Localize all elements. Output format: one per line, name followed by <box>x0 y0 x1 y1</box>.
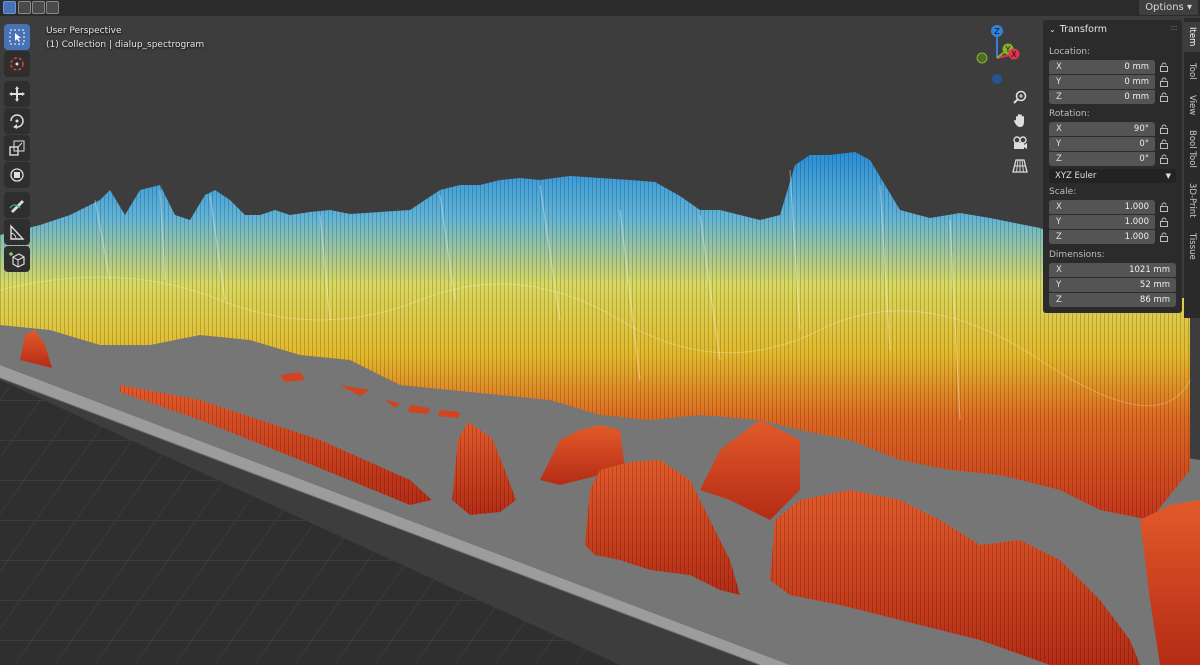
chevron-down-icon: ⌄ <box>1049 24 1056 34</box>
select-mode-extend-icon[interactable] <box>18 1 31 14</box>
measure-tool[interactable] <box>4 219 30 245</box>
dimensions-label: Dimensions: <box>1049 250 1105 260</box>
zoom-icon <box>1013 90 1027 104</box>
perspective-toggle-button[interactable] <box>1010 156 1030 176</box>
gizmo-neg-y[interactable] <box>976 52 988 64</box>
rotate-icon <box>10 114 24 129</box>
location-y-field[interactable]: Y0 mm <box>1049 75 1155 89</box>
move-icon <box>9 86 25 102</box>
select-box-tool[interactable] <box>4 24 30 50</box>
options-dropdown[interactable]: Options ▾ <box>1139 0 1198 15</box>
collection-line: (1) Collection | dialup_spectrogram <box>46 40 205 50</box>
pan-view-button[interactable] <box>1010 110 1030 130</box>
scale-z-field[interactable]: Z 1.000 <box>1049 230 1155 244</box>
dimensions-x-field[interactable]: X 1021 mm <box>1049 263 1176 277</box>
camera-icon <box>1013 136 1027 149</box>
location-z-field[interactable]: Z0 mm <box>1049 90 1155 104</box>
transform-title: Transform <box>1059 23 1107 35</box>
camera-view-button[interactable] <box>1010 133 1030 153</box>
lock-icon[interactable] <box>1159 92 1169 102</box>
zoom-view-button[interactable] <box>1010 87 1030 107</box>
navigation-gizmo[interactable]: Z Y X <box>966 22 1028 84</box>
select-mode-new-icon[interactable] <box>3 1 16 14</box>
cursor-tool[interactable] <box>4 51 30 77</box>
rotate-tool[interactable] <box>4 108 30 134</box>
add-cube-icon <box>9 252 25 268</box>
cursor-icon <box>10 57 24 71</box>
sidebar-tabs: Item Tool View Bool Tool 3D-Print Tissue <box>1184 18 1200 318</box>
rotation-x-field[interactable]: X 90° <box>1049 122 1155 136</box>
lock-icon[interactable] <box>1159 139 1169 149</box>
rotation-mode-value: XYZ Euler <box>1055 171 1097 181</box>
tab-tool[interactable]: Tool <box>1184 56 1200 86</box>
dimensions-z-field[interactable]: Z 86 mm <box>1049 293 1176 307</box>
tab-tissue[interactable]: Tissue <box>1184 226 1200 266</box>
annotate-icon <box>9 200 24 213</box>
grid-perspective-icon <box>1012 159 1028 173</box>
rotation-mode-select[interactable]: XYZ Euler ▼ <box>1049 169 1176 183</box>
transform-tool[interactable] <box>4 162 30 188</box>
blender-window: Options ▾ User Perspective (1) Collectio… <box>0 0 1200 665</box>
scale-y-field[interactable]: Y 1.000 <box>1049 215 1155 229</box>
gizmo-x-label: X <box>1011 50 1017 59</box>
scale-label: Scale: <box>1049 187 1077 197</box>
tab-item[interactable]: Item <box>1184 22 1200 52</box>
drag-grip-icon[interactable]: :::: <box>1170 23 1178 32</box>
lock-icon[interactable] <box>1159 77 1169 87</box>
sidebar-properties: ⌄ Transform :::: Location: X0 mm Y0 mm Z… <box>1043 20 1182 313</box>
rotation-label: Rotation: <box>1049 109 1090 119</box>
transform-icon <box>10 168 24 182</box>
measure-icon <box>10 224 25 240</box>
options-label: Options <box>1145 2 1184 13</box>
annotate-tool[interactable] <box>4 192 30 218</box>
transform-panel-header[interactable]: ⌄ Transform <box>1043 20 1182 38</box>
viewport-info: User Perspective (1) Collection | dialup… <box>46 24 204 52</box>
chevron-down-icon: ▾ <box>1186 2 1192 13</box>
location-x-field[interactable]: X0 mm <box>1049 60 1155 74</box>
select-mode-invert-icon[interactable] <box>46 1 59 14</box>
chevron-down-icon: ▼ <box>1165 172 1171 180</box>
location-label: Location: <box>1049 47 1091 57</box>
header-bar: Options ▾ <box>0 0 1200 16</box>
view-name: User Perspective <box>46 26 122 36</box>
rotation-y-field[interactable]: Y 0° <box>1049 137 1155 151</box>
dimensions-y-field[interactable]: Y 52 mm <box>1049 278 1176 292</box>
lock-icon[interactable] <box>1159 217 1169 227</box>
lock-icon[interactable] <box>1159 202 1169 212</box>
hand-icon <box>1014 114 1024 127</box>
select-mode-subtract-icon[interactable] <box>32 1 45 14</box>
gizmo-z-label: Z <box>994 27 1000 36</box>
gizmo-neg-z[interactable] <box>992 74 1002 84</box>
tab-3d-print[interactable]: 3D-Print <box>1184 178 1200 222</box>
lock-icon[interactable] <box>1159 232 1169 242</box>
lock-icon[interactable] <box>1159 124 1169 134</box>
add-cube-tool[interactable] <box>4 246 30 272</box>
lock-icon[interactable] <box>1159 62 1169 72</box>
scale-x-field[interactable]: X 1.000 <box>1049 200 1155 214</box>
scale-icon <box>9 140 25 156</box>
scale-tool[interactable] <box>4 135 30 161</box>
select-box-icon <box>9 29 25 45</box>
rotation-z-field[interactable]: Z 0° <box>1049 152 1155 166</box>
tool-shelf <box>4 24 32 273</box>
lock-icon[interactable] <box>1159 154 1169 164</box>
tab-view[interactable]: View <box>1184 90 1200 120</box>
tab-bool-tool[interactable]: Bool Tool <box>1184 124 1200 174</box>
move-tool[interactable] <box>4 81 30 107</box>
